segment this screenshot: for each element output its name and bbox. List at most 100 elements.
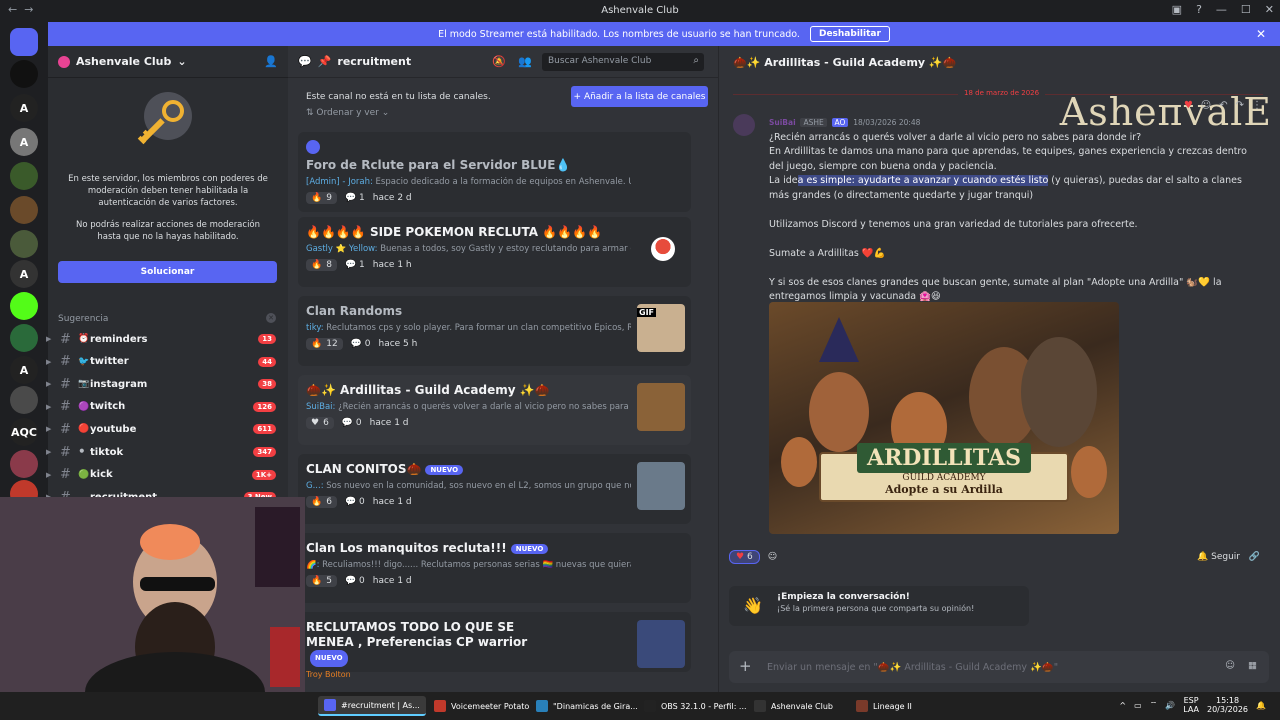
server-icon[interactable] [10,196,38,224]
forum-post[interactable]: Foro de Rclute para el Servidor BLUE💧 [Ad… [298,132,691,212]
volume-icon[interactable]: 🔊 [1165,701,1175,710]
server-icon[interactable] [10,162,38,190]
ardillitas-image[interactable]: ARDILLITAS GUILD ACADEMY Adopte a su Ard… [769,302,1119,534]
chevron-down-icon: ⌄ [177,55,187,68]
follow-button[interactable]: 🔔 Seguir [1197,552,1240,562]
server-name: Ashenvale Club [76,55,172,68]
members-icon[interactable]: 👥 [518,55,532,68]
forum-post[interactable]: RECLUTAMOS TODO LO QUE SE MENEA , Prefer… [298,612,691,679]
add-reaction-icon[interactable]: ☺ [768,552,777,562]
post-thumbnail [637,462,685,510]
heart-react-icon[interactable]: ♥ [1184,100,1193,111]
taskbar-item[interactable]: "Dinamicas de Gira... [530,696,644,716]
post-reaction[interactable]: 🔥 6 [306,496,337,508]
post-reaction[interactable]: 🔥 5 [306,575,337,587]
channel-twitch[interactable]: ▶ # 🟣 twitch 126 [46,397,288,417]
post-reaction[interactable]: 🔥 8 [306,259,337,271]
thread-title: 🌰✨ Ardillitas - Guild Academy ✨🌰 [733,55,957,69]
forum-channel-name: recruitment [337,55,412,68]
message-para-1: ¿Recién arrancás o querés volver a darle… [769,131,1142,143]
server-icon[interactable] [10,292,38,320]
clock[interactable]: 15:18 20/3/2026 [1207,696,1248,714]
mention-count: 44 [258,356,276,367]
taskbar-item[interactable]: Voicemeeter Potato [428,696,535,716]
message-input[interactable]: + Enviar un mensaje en "🌰✨ Ardillitas - … [729,651,1269,683]
discord-home-icon[interactable] [10,28,38,56]
server-icon[interactable]: A [10,94,38,122]
forum-post[interactable]: 🌰✨ Ardillitas - Guild Academy ✨🌰 SuiBai: … [298,375,691,445]
post-meta: 🔥 9 💬 1 hace 2 d [306,192,683,204]
more-icon[interactable]: ⋮ [1252,100,1262,111]
server-icon[interactable] [10,230,38,258]
post-preview: Gastly ⭐ Yellow: Buenas a todos, soy Gas… [306,244,631,254]
channel-name: twitter [90,356,129,368]
mute-icon[interactable]: 🔕 [492,55,506,68]
help-icon[interactable]: ? [1196,3,1202,16]
maximize-icon[interactable]: ☐ [1241,3,1251,16]
channel-reminders[interactable]: ▶ # ⏰ reminders 13 [46,329,288,349]
forum-post[interactable]: 🔥🔥🔥🔥 SIDE POKEMON RECLUTA 🔥🔥🔥🔥 Gastly ⭐ Y… [298,217,691,287]
lang-2: LAA [1183,705,1199,714]
post-title-text: 🔥🔥🔥🔥 SIDE POKEMON RECLUTA 🔥🔥🔥🔥 [306,225,602,239]
minimize-icon[interactable]: — [1216,3,1227,16]
post-reaction[interactable]: 🔥 12 [306,338,343,350]
date-label: 18 de marzo de 2026 [958,89,1046,97]
apps-icon[interactable]: ▦ [1248,660,1257,671]
forum-post[interactable]: Clan Randoms tiky: Reclutamos cps y solo … [298,296,691,366]
add-channel-button[interactable]: + Añadir a la lista de canales [571,86,708,107]
solve-button[interactable]: Solucionar [58,261,277,283]
image-title: ARDILLITAS [856,443,1032,473]
forward-icon[interactable]: ↷ [1236,100,1244,111]
server-icon[interactable]: A [10,356,38,384]
emoji-react-icon[interactable]: ☺ [1201,100,1211,111]
taskbar-item[interactable]: #recruitment | As... [318,696,426,716]
avatar[interactable] [733,114,755,136]
close-icon[interactable]: ✕ [1265,3,1274,16]
server-icon[interactable]: A [10,128,38,156]
forum-post[interactable]: CLAN CONITOS🌰 NUEVO G...: Sos nuevo en la … [298,454,691,524]
inbox-icon[interactable]: ▣ [1172,3,1182,16]
server-icon[interactable] [10,324,38,352]
add-member-icon[interactable]: 👤 [264,55,278,68]
channel-kick[interactable]: ▶ # 🟢 kick 1K+ [46,465,288,485]
taskbar-item[interactable]: Lineage II [850,696,918,716]
tray-chevron-icon[interactable]: ^ [1119,701,1126,710]
window-controls[interactable]: ▣? — ☐ ✕ [1172,3,1274,16]
author-name[interactable]: SuiBai [769,118,796,127]
clock-date: 20/3/2026 [1207,705,1249,714]
close-banner-icon[interactable]: ✕ [1256,27,1266,41]
heart-reaction[interactable]: ♥ 6 [729,550,760,564]
post-reaction[interactable]: ♥ 6 [306,417,334,429]
taskbar-item[interactable]: OBS 32.1.0 - Perfil: ... [638,696,753,716]
sort-dropdown[interactable]: ⇅ Ordenar y ver ⌄ [306,108,389,118]
server-icon[interactable] [10,60,38,88]
emoji-picker-icon[interactable]: ☺ [1225,660,1235,671]
channel-youtube[interactable]: ▶ # 🔴 youtube 611 [46,419,288,439]
dismiss-suggestion-icon[interactable]: ✕ [266,313,276,323]
server-icon[interactable]: A [10,260,38,288]
post-reaction[interactable]: 🔥 9 [306,192,337,204]
taskbar-item[interactable]: Ashenvale Club [748,696,839,716]
search-input[interactable]: Buscar Ashenvale Club ⌕ [542,53,704,71]
server-icon[interactable] [10,386,38,414]
notification-icon[interactable]: 🔔 [1256,701,1266,710]
language-indicator[interactable]: ESP LAA [1183,696,1199,714]
post-title-text: 🌰✨ Ardillitas - Guild Academy ✨🌰 [306,383,550,397]
server-icon[interactable]: AQC [10,418,38,446]
mfa-panel: En este servidor, los miembros con poder… [48,86,288,243]
disable-streamer-button[interactable]: Deshabilitar [809,26,890,42]
channel-twitter[interactable]: ▶ # 🐦 twitter 44 [46,352,288,372]
attach-plus-icon[interactable]: + [739,657,752,675]
network-icon[interactable]: ▭ [1134,701,1142,710]
nav-arrows-icon[interactable]: ← → [8,3,33,16]
server-icon[interactable] [10,450,38,478]
link-icon[interactable]: 🔗 [1249,552,1260,562]
reply-icon[interactable]: ↶ [1219,100,1227,111]
hash-icon: # [60,399,71,415]
channel-tiktok[interactable]: ▶ # ⚫ tiktok 347 [46,442,288,462]
server-header[interactable]: Ashenvale Club ⌄ 👤 [48,46,288,78]
post-meta: 🔥 5 💬 0 hace 1 d [306,575,683,587]
forum-post[interactable]: Clan Los manquitos recluta!!! NUEVO 🌈: Rec… [298,533,691,603]
wifi-icon[interactable]: ⌔ [1150,700,1158,710]
channel-instagram[interactable]: ▶ # 📷 instagram 38 [46,374,288,394]
